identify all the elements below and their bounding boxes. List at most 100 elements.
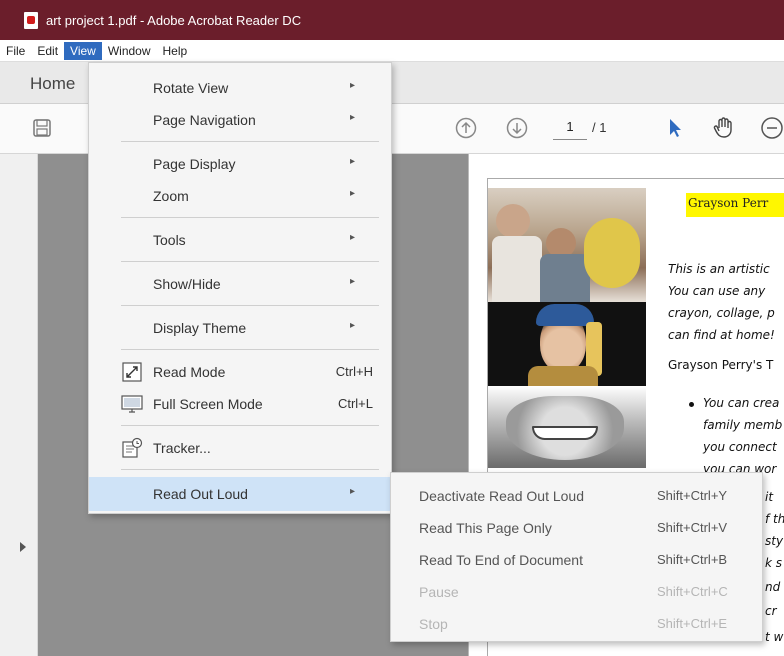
menu-separator <box>121 425 379 426</box>
menu-item-rotate-view[interactable]: Rotate View ▸ <box>89 73 393 103</box>
menu-item-show-hide[interactable]: Show/Hide ▸ <box>89 269 393 299</box>
zoom-out-icon[interactable] <box>760 116 784 140</box>
doc-line: crayon, collage, p <box>668 306 775 320</box>
submenu-arrow-icon: ▸ <box>350 156 356 167</box>
menu-item-label: Read Out Loud <box>153 486 248 502</box>
document-heading: Grayson Perr <box>686 193 784 217</box>
menu-window[interactable]: Window <box>102 42 157 60</box>
page-total: / 1 <box>592 120 607 135</box>
menu-item-label: Read This Page Only <box>419 520 552 536</box>
menu-item-read-this-page-only[interactable]: Read This Page Only Shift+Ctrl+V <box>391 513 764 543</box>
submenu-arrow-icon: ▸ <box>350 276 356 287</box>
submenu-arrow-icon: ▸ <box>350 320 356 331</box>
bullet-point <box>689 402 694 407</box>
menu-item-zoom[interactable]: Zoom ▸ <box>89 181 393 211</box>
menu-help[interactable]: Help <box>157 42 194 60</box>
window-title: art project 1.pdf - Adobe Acrobat Reader… <box>46 12 302 28</box>
doc-line: you connect <box>703 440 777 454</box>
menu-separator <box>121 349 379 350</box>
menu-item-label: Deactivate Read Out Loud <box>419 488 584 504</box>
menu-item-label: Read To End of Document <box>419 552 583 568</box>
menu-item-pause: Pause Shift+Ctrl+C <box>391 577 764 607</box>
title-bar: art project 1.pdf - Adobe Acrobat Reader… <box>0 0 784 40</box>
menu-item-page-display[interactable]: Page Display ▸ <box>89 149 393 179</box>
photo-people <box>488 188 646 302</box>
menu-item-shortcut: Shift+Ctrl+E <box>657 616 728 631</box>
menu-file[interactable]: File <box>0 42 31 60</box>
read-out-loud-submenu: Deactivate Read Out Loud Shift+Ctrl+Y Re… <box>390 472 763 642</box>
submenu-arrow-icon: ▸ <box>350 80 356 91</box>
menu-bar: File Edit View Window Help <box>0 40 784 62</box>
acrobat-pdf-icon <box>24 11 38 29</box>
menu-item-shortcut: Shift+Ctrl+Y <box>657 488 728 503</box>
next-page-icon[interactable] <box>505 116 529 140</box>
collage-image <box>488 188 646 468</box>
doc-line: You can use any <box>668 284 766 298</box>
menu-item-read-mode[interactable]: Read Mode Ctrl+H <box>89 357 393 387</box>
menu-item-shortcut: Ctrl+L <box>337 396 373 411</box>
expand-pane-icon[interactable] <box>20 542 26 552</box>
menu-item-label: Read Mode <box>153 364 226 380</box>
menu-item-label: Pause <box>419 584 459 600</box>
photo-pearl-earring <box>488 302 646 386</box>
submenu-arrow-icon: ▸ <box>350 232 356 243</box>
menu-item-label: Display Theme <box>153 320 247 336</box>
menu-view[interactable]: View <box>64 41 102 60</box>
doc-line-fragment: k s <box>765 556 783 570</box>
doc-line-fragment: it <box>765 490 774 504</box>
doc-line: This is an artistic <box>668 262 770 276</box>
menu-item-shortcut: Shift+Ctrl+B <box>657 552 728 567</box>
menu-item-label: Full Screen Mode <box>153 396 263 412</box>
doc-line-fragment: t w <box>765 630 784 644</box>
menu-item-label: Page Navigation <box>153 112 256 128</box>
hand-tool-icon[interactable] <box>712 116 736 140</box>
menu-item-label: Tools <box>153 232 186 248</box>
menu-item-display-theme[interactable]: Display Theme ▸ <box>89 313 393 343</box>
menu-item-label: Tracker... <box>153 440 211 456</box>
menu-item-shortcut: Ctrl+H <box>335 364 373 379</box>
menu-item-full-screen-mode[interactable]: Full Screen Mode Ctrl+L <box>89 389 393 419</box>
menu-separator <box>121 469 379 470</box>
submenu-arrow-icon: ▸ <box>350 188 356 199</box>
menu-item-label: Stop <box>419 616 448 632</box>
previous-page-icon[interactable] <box>454 116 478 140</box>
doc-line-fragment: f th <box>765 512 784 526</box>
doc-line: can find at home! <box>668 328 775 342</box>
menu-item-shortcut: Shift+Ctrl+V <box>657 520 728 535</box>
doc-line-fragment: cr <box>765 604 777 618</box>
menu-item-label: Zoom <box>153 188 189 204</box>
view-menu: Rotate View ▸ Page Navigation ▸ Page Dis… <box>88 62 393 514</box>
menu-item-label: Page Display <box>153 156 236 172</box>
doc-line: You can crea <box>703 396 780 410</box>
grin-teeth <box>532 426 598 440</box>
tracker-icon <box>121 437 143 459</box>
full-screen-icon <box>121 393 143 415</box>
page-number-input[interactable]: 1 <box>553 116 587 140</box>
doc-line-fragment: sty <box>765 534 784 548</box>
select-cursor-icon[interactable] <box>664 116 688 140</box>
menu-item-read-to-end-of-document[interactable]: Read To End of Document Shift+Ctrl+B <box>391 545 764 575</box>
portrait-turban <box>536 304 594 326</box>
menu-item-tracker[interactable]: Tracker... <box>89 433 393 463</box>
submenu-arrow-icon: ▸ <box>350 112 356 123</box>
doc-line: Grayson Perry's T <box>668 358 774 372</box>
menu-item-read-out-loud[interactable]: Read Out Loud ▸ <box>89 477 393 511</box>
menu-separator <box>121 261 379 262</box>
doc-line: family memb <box>703 418 783 432</box>
menu-edit[interactable]: Edit <box>31 42 64 60</box>
menu-item-label: Rotate View <box>153 80 229 96</box>
left-navigation-pane <box>0 154 38 656</box>
menu-separator <box>121 217 379 218</box>
menu-item-shortcut: Shift+Ctrl+C <box>657 584 728 599</box>
menu-separator <box>121 305 379 306</box>
menu-item-page-navigation[interactable]: Page Navigation ▸ <box>89 105 393 135</box>
save-icon[interactable] <box>30 116 54 140</box>
menu-item-tools[interactable]: Tools ▸ <box>89 225 393 255</box>
submenu-arrow-icon: ▸ <box>350 486 356 497</box>
read-mode-icon <box>121 361 143 383</box>
photo-grin-face <box>488 386 646 468</box>
menu-item-label: Show/Hide <box>153 276 221 292</box>
doc-line-fragment: nd <box>765 580 781 594</box>
menu-item-stop: Stop Shift+Ctrl+E <box>391 609 764 639</box>
menu-item-deactivate-read-out-loud[interactable]: Deactivate Read Out Loud Shift+Ctrl+Y <box>391 481 764 511</box>
